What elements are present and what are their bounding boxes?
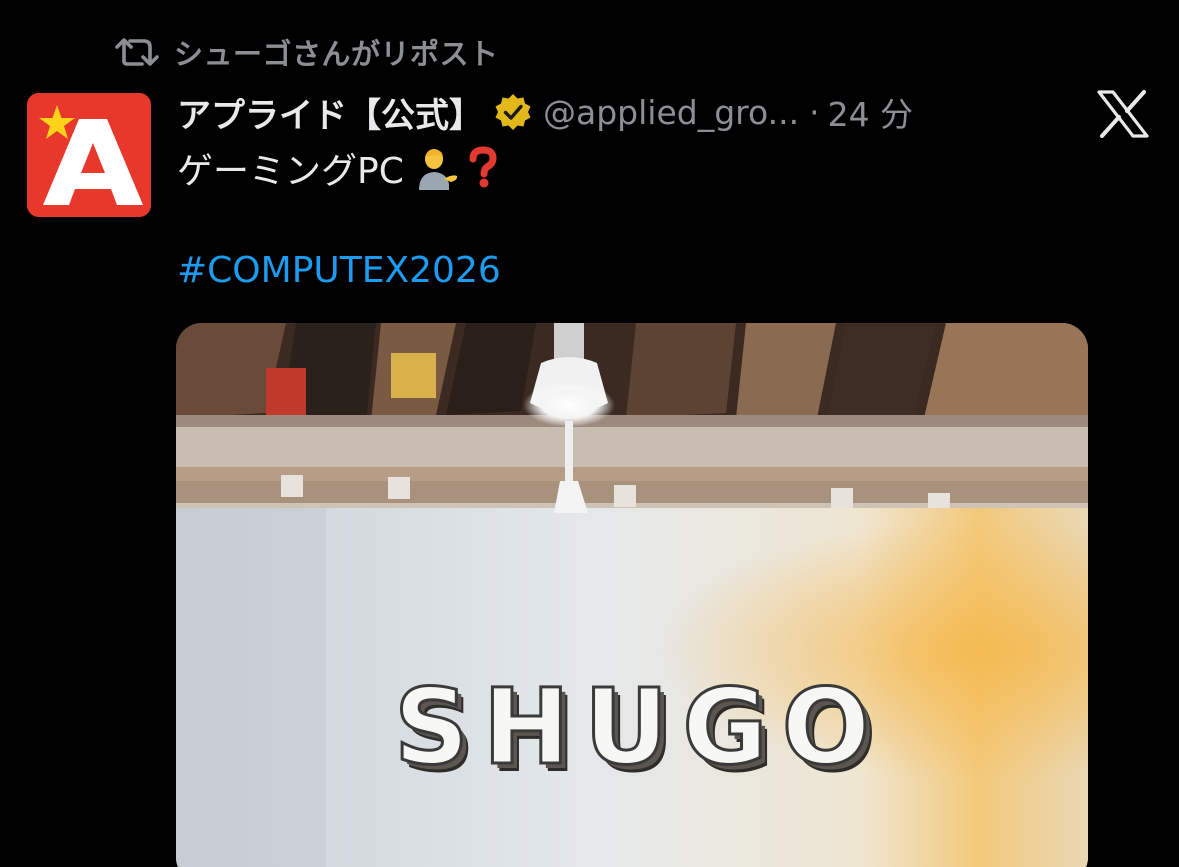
post-timestamp[interactable]: 24 分	[828, 88, 913, 136]
post-body: ゲーミングPC	[177, 142, 500, 194]
person-tipping-hand-emoji	[418, 149, 457, 190]
gold-verified-badge-icon[interactable]	[493, 92, 533, 132]
shugo-sign-text: SHUGO	[392, 666, 885, 788]
post-photo[interactable]: SHUGO	[176, 323, 1088, 867]
hashtag-link[interactable]: #COMPUTEX2026	[177, 250, 501, 291]
display-name[interactable]: アプライド【公式】	[177, 88, 483, 137]
post-screen: シューゴさんがリポスト アプライド【公式】 @applied_gro... · …	[0, 0, 1179, 867]
repost-label[interactable]: シューゴさんがリポスト	[174, 31, 499, 73]
repost-indicator[interactable]: シューゴさんがリポスト	[114, 30, 499, 74]
user-handle[interactable]: @applied_gro...	[543, 93, 799, 132]
repost-icon	[115, 38, 159, 66]
post-header: アプライド【公式】 @applied_gro... · 24 分	[177, 86, 913, 138]
red-question-mark-emoji	[469, 146, 497, 188]
x-logo-icon	[1097, 90, 1149, 138]
post-text: ゲーミングPC	[177, 151, 404, 192]
applied-logo-avatar	[27, 93, 151, 217]
avatar[interactable]	[27, 93, 151, 217]
separator-dot: ·	[809, 92, 820, 132]
